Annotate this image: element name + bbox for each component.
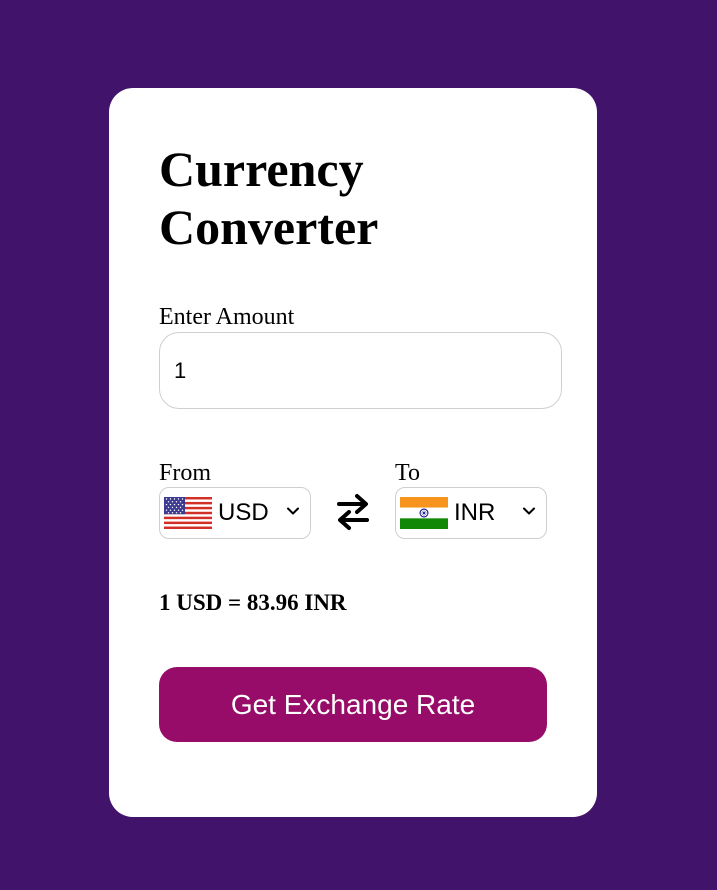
to-currency-code: INR bbox=[454, 499, 496, 526]
from-currency-select[interactable]: USD bbox=[159, 487, 311, 539]
to-label: To bbox=[395, 460, 420, 486]
to-currency-select[interactable]: INR bbox=[395, 487, 547, 539]
get-exchange-rate-button[interactable]: Get Exchange Rate bbox=[159, 667, 547, 742]
from-label: From bbox=[159, 460, 212, 486]
from-currency-code: USD bbox=[218, 499, 269, 526]
chevron-down-icon bbox=[523, 507, 535, 515]
converter-card: Currency Converter Enter Amount From USD bbox=[109, 88, 597, 817]
amount-label: Enter Amount bbox=[159, 304, 295, 330]
us-flag-icon bbox=[164, 497, 212, 529]
india-flag-icon bbox=[400, 497, 448, 529]
page-title: Currency Converter bbox=[159, 141, 379, 255]
chevron-down-icon bbox=[287, 507, 299, 515]
exchange-rate-result: 1 USD = 83.96 INR bbox=[159, 590, 347, 615]
swap-arrows-icon[interactable] bbox=[333, 490, 373, 534]
amount-input[interactable] bbox=[159, 332, 562, 409]
